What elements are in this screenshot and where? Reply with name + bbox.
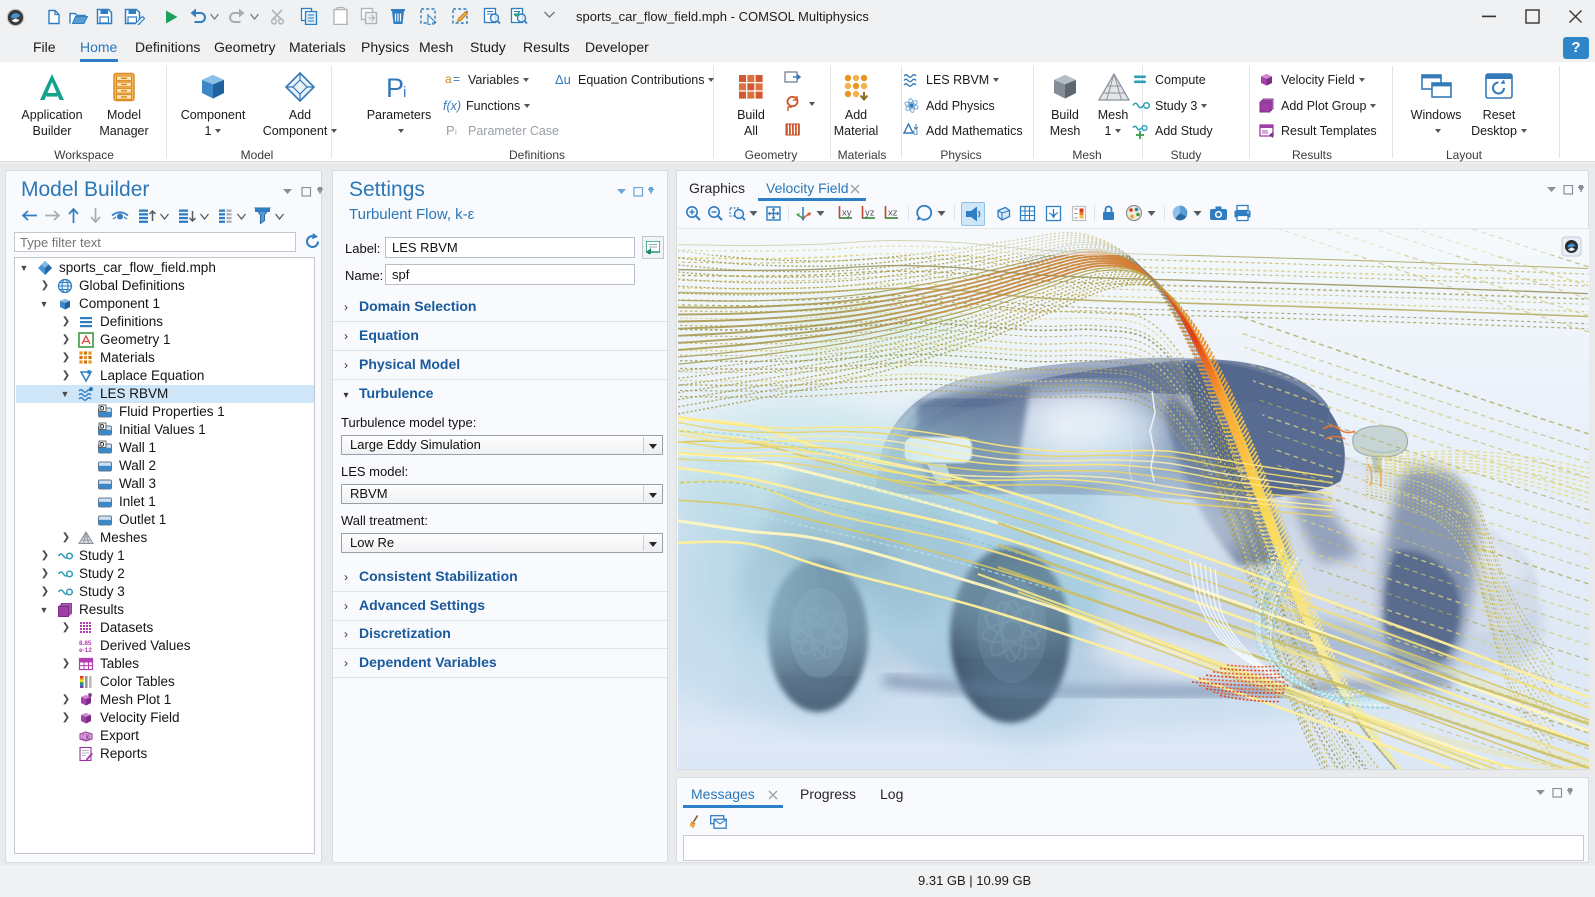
svg-text:=: = <box>453 72 460 86</box>
svg-text:D: D <box>100 425 105 431</box>
svg-text:Δu: Δu <box>555 72 571 87</box>
svg-text:i: i <box>403 84 406 101</box>
svg-text:P: P <box>386 73 404 103</box>
svg-text:8.85: 8.85 <box>79 640 92 647</box>
svg-text:xy: xy <box>842 208 852 219</box>
svg-text:P: P <box>446 123 455 138</box>
svg-text:i: i <box>455 128 457 137</box>
svg-text:D: D <box>100 443 105 449</box>
svg-text:f(x): f(x) <box>443 99 461 113</box>
svg-text:e-12: e-12 <box>79 647 92 654</box>
svg-text:xz: xz <box>888 208 898 219</box>
svg-text:yz: yz <box>865 208 875 219</box>
svg-text:D: D <box>100 407 105 413</box>
svg-text:a: a <box>445 72 452 86</box>
